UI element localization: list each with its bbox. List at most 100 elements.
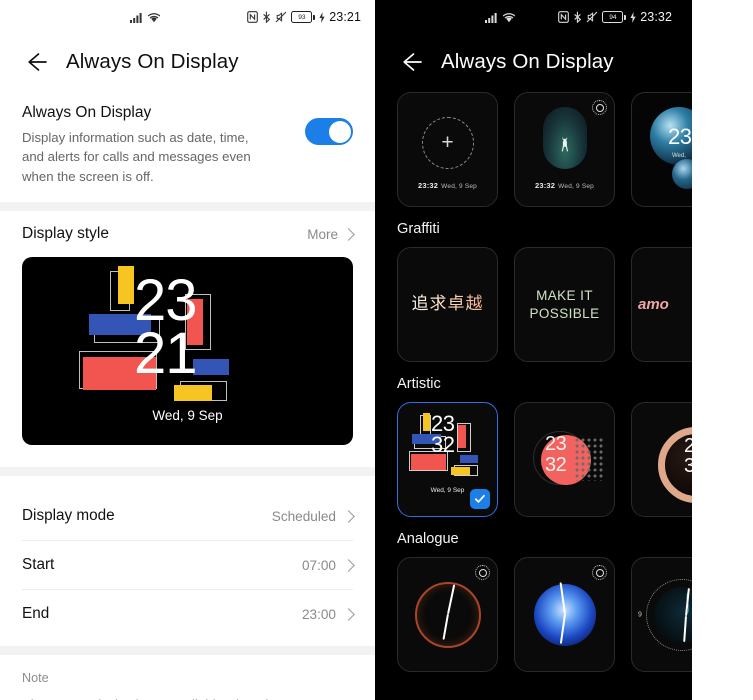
chevron-right-icon: [342, 607, 355, 621]
right-status-bar: 94 23:32: [375, 0, 692, 34]
style-card-deer[interactable]: 23:32 Wed, 9 Sep: [514, 92, 615, 207]
blue-bar-right: [193, 359, 229, 376]
row-key: Start: [22, 556, 55, 574]
row-value-text: Scheduled: [271, 508, 336, 524]
dot-grid: [574, 437, 604, 481]
tick-label-9: 9: [638, 611, 642, 618]
bubble-small: [672, 159, 692, 189]
style-row-analogue: 9: [375, 557, 692, 672]
download-icon[interactable]: [475, 565, 490, 580]
display-style-row[interactable]: Display style More: [0, 211, 375, 251]
style-card-mondrian[interactable]: 23 32 Wed, 9 Sep: [397, 402, 498, 517]
charging-icon: [630, 11, 636, 23]
yellow-bar-top: [423, 413, 430, 431]
wifi-icon: [147, 12, 161, 23]
list-item[interactable]: End 23:00: [22, 589, 355, 638]
check-icon[interactable]: [470, 489, 490, 509]
row-value: Scheduled: [271, 508, 355, 524]
style-card-add[interactable]: + 23:32 Wed, 9 Sep: [397, 92, 498, 207]
yellow-bar-bottom: [174, 385, 212, 402]
style-card-analogue-blue[interactable]: [514, 557, 615, 672]
screenshot-root: 93 23:21 Always On Display Always On Dis…: [0, 0, 753, 700]
chevron-right-icon: [342, 558, 355, 572]
style-card-graffiti-script[interactable]: amo: [631, 247, 692, 362]
card-time: 23:32: [417, 181, 439, 190]
style-card-graffiti-chinese[interactable]: 追求卓越: [397, 247, 498, 362]
section-divider: [0, 202, 375, 212]
bluetooth-icon: [573, 11, 582, 24]
page-title: Always On Display: [441, 50, 614, 73]
card-footer: 23:32 Wed, 9 Sep: [515, 181, 614, 190]
mute-icon: [586, 11, 598, 23]
settings-list: Display mode Scheduled Start 07:00 End 2…: [0, 492, 375, 639]
nfc-icon: [558, 11, 570, 23]
plus-icon: +: [441, 131, 454, 155]
row-value: 07:00: [302, 558, 355, 573]
card-minutes: 32: [431, 432, 455, 457]
list-item[interactable]: Start 07:00: [22, 540, 355, 589]
status-left-icons: [485, 12, 516, 23]
card-time: 23:32: [534, 181, 556, 190]
section-divider: [0, 467, 375, 477]
battery-icon: 93: [291, 11, 316, 23]
style-card-graffiti-english[interactable]: MAKE IT POSSIBLE: [514, 247, 615, 362]
more-button[interactable]: More: [307, 226, 355, 242]
yellow-bar-top: [118, 266, 134, 305]
row-key: End: [22, 605, 50, 623]
style-card-analogue-ticks[interactable]: 9: [631, 557, 692, 672]
preview-hours: 23: [134, 268, 198, 334]
style-card-gold-ring[interactable]: 2 3: [631, 402, 692, 517]
dark-screen: 94 23:32 Always On Display + 23:32 Wed, …: [375, 0, 692, 700]
red-bar-right: [458, 425, 466, 448]
settings-list-inner: Display mode Scheduled Start 07:00 End 2…: [22, 492, 355, 638]
aod-preview-card[interactable]: 23 21 Wed, 9 Sep: [22, 257, 353, 446]
style-row-default: + 23:32 Wed, 9 Sep 23:32 Wed, 9 Sep 23 W…: [375, 92, 692, 207]
status-time: 23:32: [640, 10, 672, 24]
style-row-artistic: 23 32 Wed, 9 Sep 23 32: [375, 402, 692, 517]
wifi-icon: [502, 12, 516, 23]
list-item[interactable]: Display mode Scheduled: [22, 492, 355, 540]
section-title-analogue: Analogue: [397, 531, 459, 547]
aod-setting-description: Display information such as date, time, …: [22, 130, 251, 184]
status-left-icons: [130, 12, 161, 23]
row-value-text: 23:00: [301, 606, 336, 622]
style-card-red-circle[interactable]: 23 32: [514, 402, 615, 517]
status-right-icons: 93 23:21: [247, 10, 361, 24]
style-card-bubble[interactable]: 23 Wed,: [631, 92, 692, 207]
download-icon[interactable]: [592, 100, 607, 115]
card-date: Wed, 9 Sep: [558, 183, 595, 190]
display-style-label: Display style: [22, 225, 109, 243]
signal-icon: [485, 12, 498, 23]
graffiti-text: MAKE IT POSSIBLE: [529, 287, 600, 321]
graffiti-text: amo: [638, 295, 669, 313]
display-style-section: Display style More 23 21 Wed, 9 Sep: [0, 211, 375, 446]
nfc-icon: [247, 11, 259, 23]
more-label: More: [307, 226, 338, 242]
section-title-artistic: Artistic: [397, 376, 441, 392]
left-app-bar: Always On Display: [0, 34, 375, 90]
right-phone-panel: 94 23:32 Always On Display + 23:32 Wed, …: [375, 0, 753, 700]
back-arrow-icon[interactable]: [397, 49, 423, 75]
status-right-icons: 94 23:32: [558, 10, 678, 24]
back-arrow-icon[interactable]: [22, 49, 48, 75]
chevron-right-icon: [342, 509, 355, 523]
card-hours: 2: [684, 436, 692, 456]
note-body: Always On Display is not available when …: [22, 695, 282, 700]
aod-toggle-row: Always On Display Display information su…: [0, 90, 375, 202]
battery-percent: 93: [298, 13, 306, 21]
deer-forest-art: [542, 107, 587, 170]
aod-text-block: Always On Display Display information su…: [22, 104, 295, 186]
style-card-analogue-copper[interactable]: [397, 557, 498, 672]
preview-minutes: 21: [134, 321, 198, 387]
aod-setting-title: Always On Display: [22, 104, 152, 121]
download-icon[interactable]: [592, 565, 607, 580]
aod-toggle-switch[interactable]: [305, 118, 353, 145]
note-title: Note: [22, 671, 49, 686]
card-footer: 23:32 Wed, 9 Sep: [398, 181, 497, 190]
battery-icon: 94: [602, 11, 627, 23]
bluetooth-icon: [262, 11, 271, 24]
blue-bar-right: [460, 455, 478, 463]
card-minutes: 3: [684, 456, 692, 476]
battery-percent: 94: [609, 13, 617, 21]
deer-icon: [561, 137, 568, 152]
